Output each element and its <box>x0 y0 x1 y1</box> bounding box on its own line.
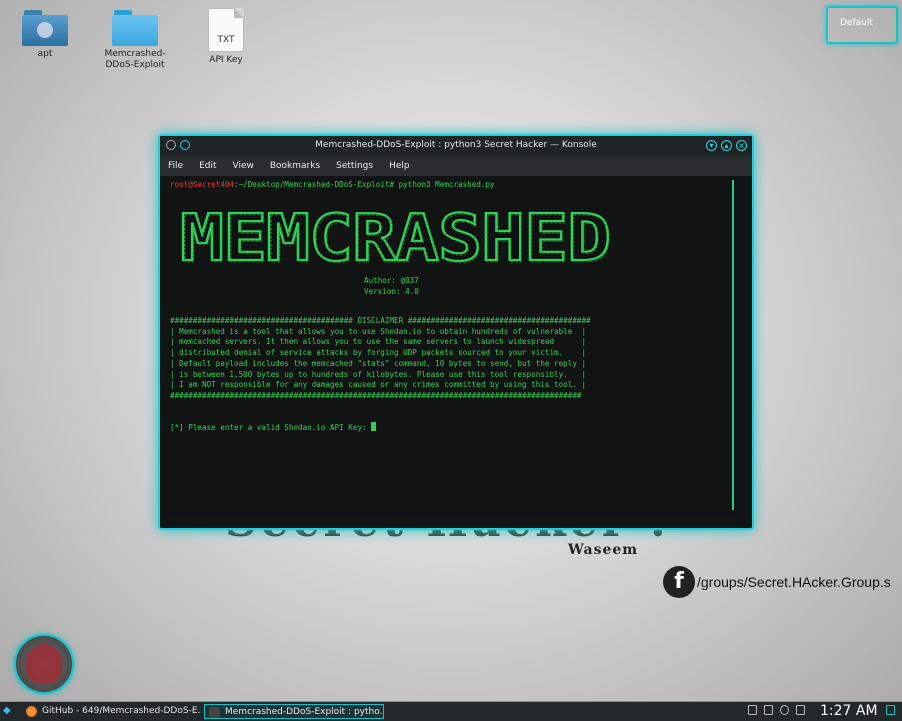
task-github[interactable]: GitHub - 649/Memcrashed-DDoS-E... <box>22 704 200 719</box>
konsole-window[interactable]: Memcrashed-DDoS-Exploit : python3 Secret… <box>158 134 754 530</box>
clipboard-icon[interactable] <box>764 705 773 715</box>
terminal-area[interactable]: root@Secret404:~/Desktop/Memcrashed-DDoS… <box>166 178 738 516</box>
desktop-icon-label: Memcrashed- DDoS-Exploit <box>104 49 166 70</box>
disclaimer-block: ########################################… <box>170 316 591 400</box>
prompt-user: root@Secret404 <box>170 180 235 189</box>
menu-bookmarks[interactable]: Bookmarks <box>270 161 320 171</box>
menu-edit[interactable]: Edit <box>199 161 216 171</box>
window-titlebar[interactable]: Memcrashed-DDoS-Exploit : python3 Secret… <box>160 136 752 156</box>
task-label: Memcrashed-DDoS-Exploit : pytho... <box>225 707 384 717</box>
desktop-icon-apt[interactable]: apt <box>5 10 85 60</box>
menu-file[interactable]: File <box>168 161 183 171</box>
api-key-prompt[interactable]: [*] Please enter a valid Shodan.io API K… <box>170 422 377 434</box>
clock[interactable]: 1:27 AM <box>820 702 878 721</box>
network-icon[interactable] <box>796 705 805 715</box>
author-line: Author: @037 <box>364 276 419 285</box>
folder-icon <box>22 10 68 46</box>
banner-shadow: MEMCRASHED <box>182 204 612 272</box>
prompt-command: :~/Desktop/Memcrashed-DDoS-Exploit# pyth… <box>234 180 495 189</box>
desktop-icon-memcrashed[interactable]: Memcrashed- DDoS-Exploit <box>95 10 175 71</box>
desktop-icon-label: apt <box>37 49 53 59</box>
terminal-scrollbar[interactable] <box>732 180 734 510</box>
activities-widget[interactable]: Default <box>826 6 898 44</box>
task-label: GitHub - 649/Memcrashed-DDoS-E... <box>42 706 200 716</box>
keyboard-icon[interactable] <box>748 705 757 715</box>
close-icon[interactable]: × <box>736 140 747 151</box>
text-file-icon: TXT <box>208 8 244 52</box>
text-cursor <box>371 422 377 431</box>
taskbar: ◆ GitHub - 649/Memcrashed-DDoS-E... Memc… <box>0 701 902 721</box>
window-title: Memcrashed-DDoS-Exploit : python3 Secret… <box>315 140 597 150</box>
memcrashed-banner: MEMCRASHED MEMCRASHED <box>179 204 612 272</box>
task-konsole[interactable]: Memcrashed-DDoS-Exploit : pytho... <box>204 704 384 719</box>
facebook-text: /groups/Secret.HAcker.Group.s <box>697 574 891 590</box>
user-avatar-widget[interactable] <box>14 634 74 694</box>
api-key-prompt-text: [*] Please enter a valid Shodan.io API K… <box>170 423 372 432</box>
facebook-link: f /groups/Secret.HAcker.Group.s <box>663 566 891 598</box>
menu-help[interactable]: Help <box>389 161 410 171</box>
menu-view[interactable]: View <box>233 161 254 171</box>
activities-label: Default <box>840 18 873 28</box>
shell-prompt: root@Secret404:~/Desktop/Memcrashed-DDoS… <box>170 180 495 191</box>
version-line: Version: 4.0 <box>364 287 419 296</box>
watermark-subtitle: Waseem <box>568 542 639 558</box>
konsole-icon <box>209 707 220 718</box>
menu-settings[interactable]: Settings <box>336 161 373 171</box>
avatar-emblem <box>26 644 62 684</box>
facebook-icon: f <box>663 566 695 598</box>
volume-icon[interactable] <box>780 705 789 715</box>
minimize-icon[interactable]: ▾ <box>706 140 717 151</box>
desktop-icon-api-key[interactable]: TXT API Key <box>186 8 266 66</box>
app-launcher-icon[interactable]: ◆ <box>3 705 11 716</box>
maximize-icon[interactable]: ▴ <box>721 140 732 151</box>
folder-icon <box>112 10 158 46</box>
panel-settings-icon[interactable] <box>886 705 895 715</box>
desktop-icon-label: API Key <box>209 55 243 65</box>
firefox-icon <box>26 706 37 717</box>
menubar: File Edit View Bookmarks Settings Help <box>160 156 752 176</box>
